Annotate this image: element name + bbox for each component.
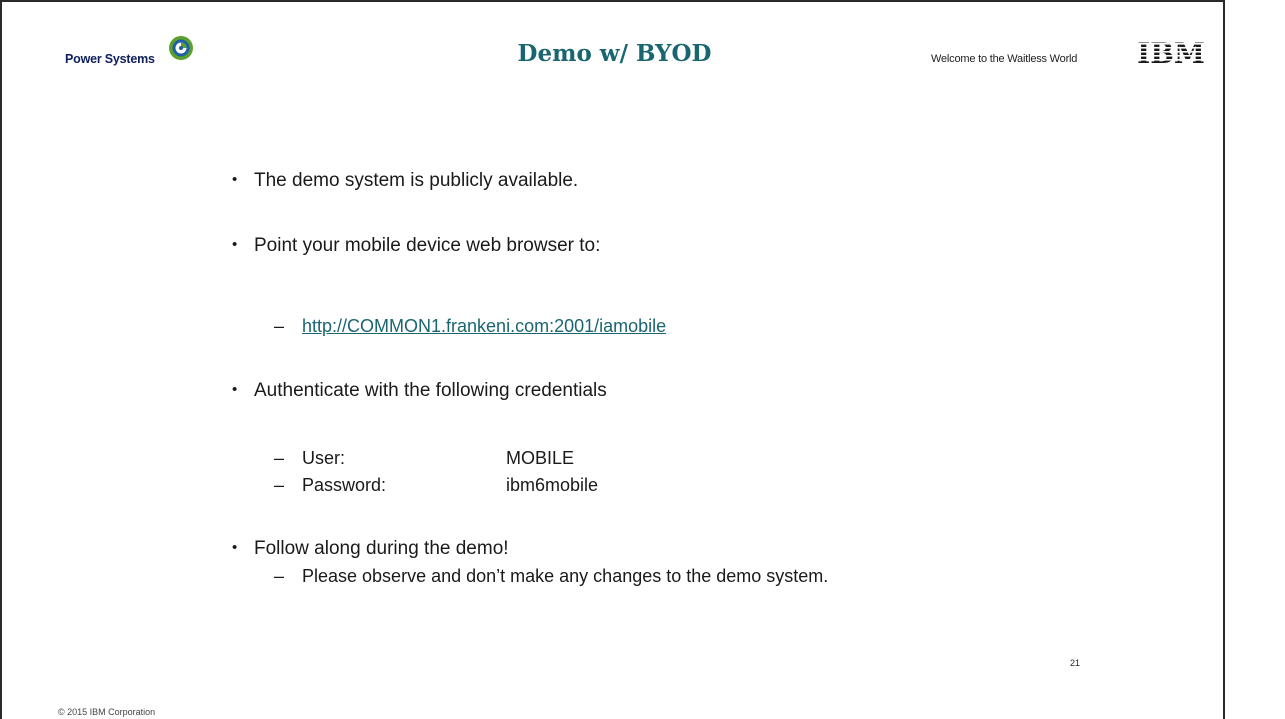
page-number: 21 bbox=[1070, 658, 1081, 668]
credential-password: – Password: ibm6mobile bbox=[274, 475, 598, 496]
sub-item-link: – http://COMMON1.frankeni.com:2001/iamobi… bbox=[274, 316, 666, 337]
dash-glyph: – bbox=[274, 316, 285, 336]
sub-item-note: – Please observe and don’t make any chang… bbox=[274, 566, 828, 587]
slide-header: Power Systems Demo w/ BYOD Welcome to th… bbox=[2, 2, 1227, 102]
password-value: ibm6mobile bbox=[506, 475, 599, 495]
slide: Power Systems Demo w/ BYOD Welcome to th… bbox=[0, 0, 1225, 719]
bullet-text: The demo system is publicly available. bbox=[254, 170, 579, 191]
bullet-item: • The demo system is publicly available. bbox=[232, 170, 578, 192]
demo-url-link[interactable]: http://COMMON1.frankeni.com:2001/iamobil… bbox=[302, 316, 666, 336]
user-label: User: bbox=[302, 448, 346, 468]
bullet-item: • Follow along during the demo! bbox=[232, 538, 509, 560]
dash-glyph: – bbox=[274, 566, 285, 586]
bullet-text: Follow along during the demo! bbox=[254, 538, 509, 559]
bullet-glyph: • bbox=[232, 236, 238, 253]
user-value: MOBILE bbox=[506, 448, 575, 468]
bullet-item: • Point your mobile device web browser to… bbox=[232, 235, 600, 257]
ibm-striped-logo: IBM bbox=[1128, 39, 1214, 69]
bullet-text: Point your mobile device web browser to: bbox=[254, 235, 601, 256]
bullet-glyph: • bbox=[232, 381, 238, 398]
tagline: Welcome to the Waitless World bbox=[931, 53, 1078, 65]
bullet-text: Authenticate with the following credenti… bbox=[254, 380, 607, 401]
note-text: Please observe and don’t make any change… bbox=[302, 566, 829, 586]
password-label: Password: bbox=[302, 475, 387, 495]
copyright: © 2015 IBM Corporation bbox=[58, 707, 156, 717]
bullet-glyph: • bbox=[232, 171, 238, 188]
credential-user: – User: MOBILE bbox=[274, 448, 574, 469]
dash-glyph: – bbox=[274, 475, 285, 495]
bullet-glyph: • bbox=[232, 539, 238, 556]
dash-glyph: – bbox=[274, 448, 285, 468]
bullet-item: • Authenticate with the following credent… bbox=[232, 380, 607, 402]
